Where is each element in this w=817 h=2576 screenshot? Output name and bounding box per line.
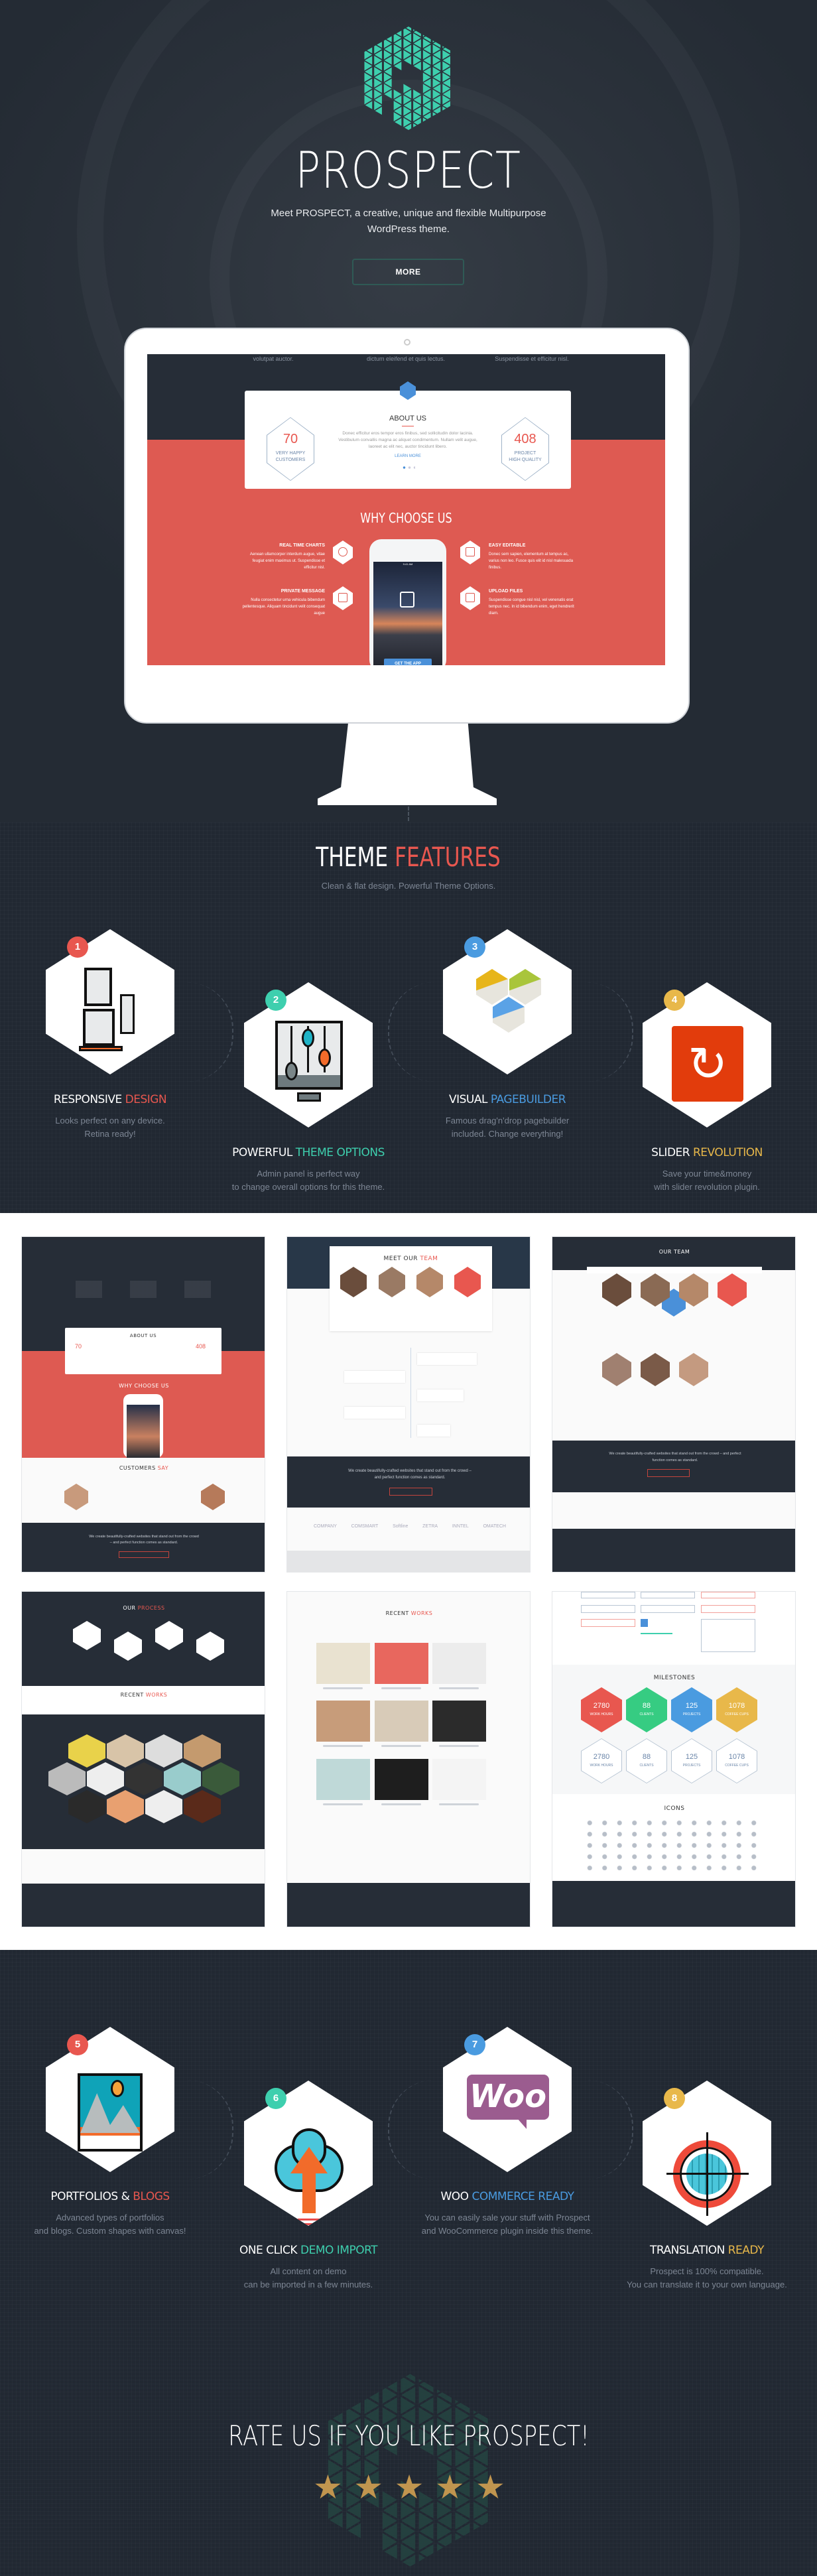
preview-team-timeline[interactable]: MEET OUR TEAM We create beautifully-craf… <box>286 1236 531 1573</box>
star-icon[interactable]: ★ <box>313 2471 343 2504</box>
why-title: WHY CHOOSE US <box>360 510 452 526</box>
camera-icon <box>404 339 410 346</box>
work-thumbnail[interactable] <box>316 1759 370 1800</box>
brand-title: PROSPECT <box>295 141 522 200</box>
feature-text: Nulla consectetur urna vehicula bibendum… <box>242 598 325 615</box>
client-logo: INNTEL <box>452 1524 469 1529</box>
team-member-photo <box>679 1353 708 1386</box>
caption: dictum eleifend et quis lectus. <box>366 355 446 362</box>
section-subtitle: Clean & flat design. Powerful Theme Opti… <box>321 881 496 891</box>
hero-section: PROSPECT Meet PROSPECT, a creative, uniq… <box>0 0 817 826</box>
tagline-line-2: WordPress theme. <box>367 224 450 235</box>
feature-number-badge: 5 <box>67 2034 88 2055</box>
feature-description: All content on demo can be imported in a … <box>243 2266 373 2289</box>
work-thumbnail[interactable] <box>375 1643 428 1684</box>
preview-elements[interactable]: MILESTONES 2780 WORK HOURS 2780 WORK HOURS 8… <box>552 1591 796 1927</box>
monitor-stand <box>318 724 497 805</box>
feature-number-badge: 6 <box>265 2088 286 2109</box>
client-logo: COMSMART <box>351 1524 379 1529</box>
rate-title: RATE US IF YOU LIKE PROSPECT! <box>227 2419 590 2452</box>
star-icon[interactable]: ★ <box>475 2471 505 2504</box>
preview-our-team[interactable]: OUR TEAM We create beautifully-crafted w… <box>552 1236 796 1573</box>
feature-title: ONE CLICK DEMO IMPORT <box>239 2244 378 2257</box>
feature-title: PRIVATE MESSAGE <box>281 589 325 594</box>
feature-description: Admin panel is perfect way to change over… <box>231 1169 385 1192</box>
feature-number-badge: 1 <box>67 936 88 958</box>
client-logo: COMPANY <box>314 1524 337 1529</box>
caption: volutpat auctor. <box>253 355 294 362</box>
feature-number-badge: 7 <box>464 2034 485 2055</box>
work-thumbnail[interactable] <box>432 1701 486 1742</box>
feature-title: REAL TIME CHARTS <box>279 543 325 548</box>
learn-more-link[interactable]: LEARN MORE <box>342 454 474 458</box>
work-thumbnail[interactable] <box>432 1759 486 1800</box>
feature-text: Suspendisse congue nisl nisl, vel venena… <box>489 598 574 615</box>
monitor-screen: volutpat auctor. dictum eleifend et quis… <box>147 354 665 665</box>
feature-description: Save your time&money with slider revoluti… <box>654 1169 760 1192</box>
star-icon[interactable]: ★ <box>435 2471 465 2504</box>
download-icon <box>400 592 414 608</box>
feature-description: Looks perfect on any device. Retina ready… <box>55 1116 165 1139</box>
feature-text: Aenean ullamcorper interdum augue, vitae… <box>249 552 325 570</box>
feature-number-badge: 3 <box>464 936 485 958</box>
feature-title: POWERFUL THEME OPTIONS <box>232 1146 385 1159</box>
feature-title: PORTFOLIOS & BLOGS <box>50 2190 170 2203</box>
feature-text: Donec sem sapien, elementum at tempus ac… <box>489 552 574 570</box>
star-icon[interactable]: ★ <box>395 2471 424 2504</box>
upload-cloud-icon <box>460 586 480 610</box>
phone-mockup: 9:41 AM GET THE APP <box>369 539 446 665</box>
feature-description: Prospect is 100% compatible. You can tran… <box>627 2266 787 2289</box>
pencil-icon <box>460 541 480 564</box>
work-thumbnail[interactable] <box>375 1759 428 1800</box>
feature-number-badge: 4 <box>664 990 685 1011</box>
preview-recent-works[interactable]: RECENT WORKS <box>286 1591 531 1927</box>
feature-title: UPLOAD FILES <box>489 589 523 594</box>
section-title: THEME FEATURES <box>316 842 501 873</box>
envelope-icon <box>333 586 353 610</box>
client-logo: OMATECH <box>483 1524 506 1529</box>
client-logo: Softline <box>393 1524 408 1529</box>
team-member-photo <box>718 1273 747 1307</box>
about-text: Donec efficitur eros tempor eros finibus… <box>338 431 477 449</box>
work-thumbnail[interactable] <box>432 1643 486 1684</box>
work-thumbnail[interactable] <box>316 1643 370 1684</box>
team-member-photo <box>602 1273 631 1307</box>
more-button[interactable]: MORE <box>352 259 464 285</box>
stat-label: VERY HAPPY CUSTOMERS <box>275 451 306 462</box>
feature-description: You can easily sale your stuff with Pros… <box>421 2213 594 2236</box>
feature-number-badge: 8 <box>664 2088 685 2109</box>
prospect-logo-icon <box>364 27 450 130</box>
feature-title: WOO COMMERCE READY <box>440 2190 574 2203</box>
feature-number-badge: 2 <box>265 990 286 1011</box>
caption: Suspendisse et efficitur nisl. <box>495 355 569 362</box>
about-title: ABOUT US <box>389 415 427 422</box>
feature-description: Advanced types of portfolios and blogs. C… <box>34 2213 186 2236</box>
rating-stars[interactable]: ★ ★ ★ ★ ★ <box>313 2471 505 2504</box>
feature-description: Famous drag'n'drop pagebuilder included. … <box>445 1116 570 1139</box>
about-card: 70 VERY HAPPY CUSTOMERS 408 PROJECT HIGH Q… <box>245 381 571 489</box>
team-member-photo <box>602 1353 631 1386</box>
preview-home[interactable]: ABOUT US 70 408 WHY CHOOSE US CUSTOMERS … <box>21 1236 265 1573</box>
pie-chart-icon <box>333 541 353 564</box>
stat-value: 408 <box>514 432 536 446</box>
get-app-button[interactable]: GET THE APP <box>384 659 432 665</box>
feature-title: VISUAL PAGEBUILDER <box>448 1093 566 1106</box>
work-thumbnail[interactable] <box>375 1701 428 1742</box>
stat-label: PROJECT HIGH QUALITY <box>509 451 542 462</box>
feature-title: SLIDER REVOLUTION <box>651 1146 763 1159</box>
feature-title: RESPONSIVE DESIGN <box>53 1093 167 1106</box>
tagline-line-1: Meet PROSPECT, a creative, unique and fl… <box>271 208 546 219</box>
feature-title: TRANSLATION READY <box>650 2244 764 2257</box>
team-member-photo <box>641 1353 670 1386</box>
client-logo: ZETRA <box>422 1524 438 1529</box>
preview-process-works[interactable]: OUR PROCESS RECENT WORKS <box>21 1591 265 1927</box>
stat-value: 70 <box>283 432 298 446</box>
feature-title: EASY EDITABLE <box>489 543 526 548</box>
star-icon[interactable]: ★ <box>353 2471 383 2504</box>
work-thumbnail[interactable] <box>316 1701 370 1742</box>
